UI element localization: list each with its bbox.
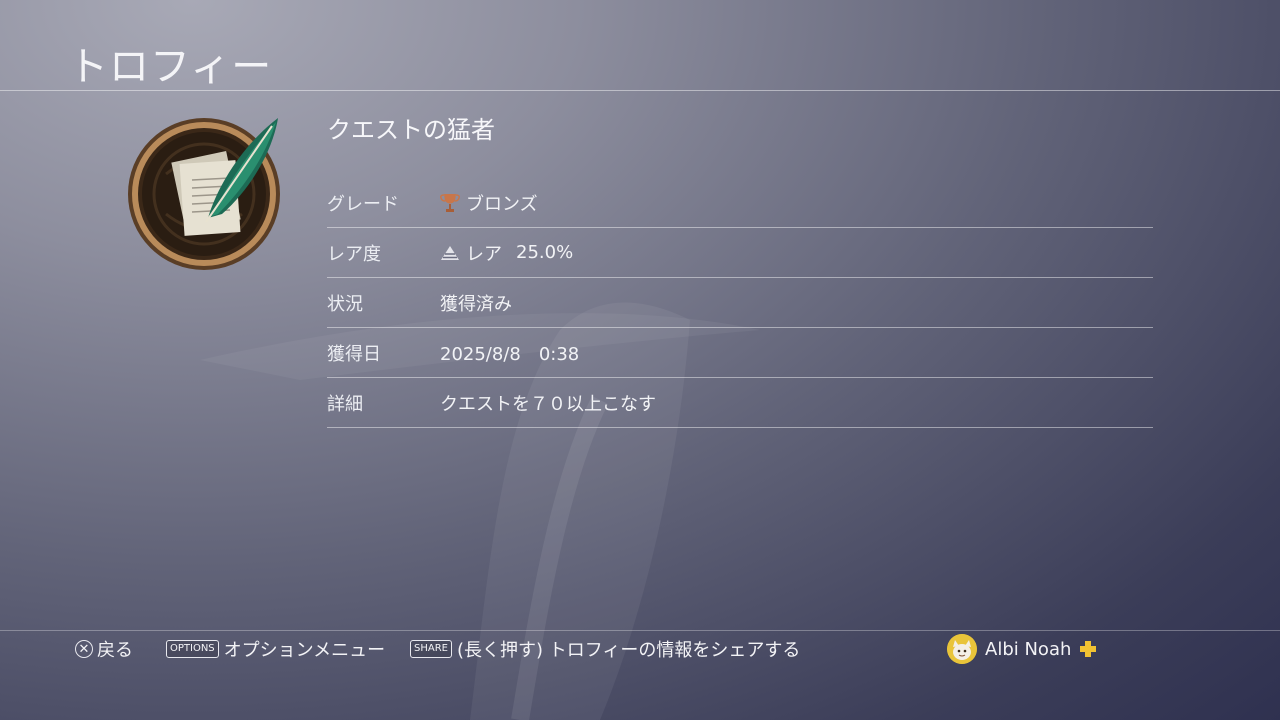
rarity-value: レア xyxy=(466,243,502,265)
earned-date-label: 獲得日 xyxy=(327,343,381,365)
share-key-badge: SHARE xyxy=(410,640,452,658)
footer-divider xyxy=(0,630,1280,631)
header-divider xyxy=(0,90,1280,91)
footer-bar: ✕ 戻る OPTIONS オプションメニュー SHARE (長く押す) トロフィ… xyxy=(0,634,1280,664)
options-label: オプションメニュー xyxy=(223,640,386,661)
avatar-character-icon xyxy=(947,634,977,664)
earned-date-value: 2025/8/8 0:38 xyxy=(440,343,580,365)
status-row: 状況 獲得済み xyxy=(327,278,1153,328)
options-menu-button[interactable]: OPTIONS オプションメニュー xyxy=(166,636,385,662)
description-value: クエストを７０以上こなす xyxy=(440,393,656,415)
trophy-details: グレード ブロンズ レア度 レア 25.0% 状況 獲得済み 獲得日 2025/… xyxy=(327,178,1153,428)
rarity-row: レア度 レア 25.0% xyxy=(327,228,1153,278)
status-label: 状況 xyxy=(327,293,363,315)
back-label: 戻る xyxy=(97,640,133,661)
ps-plus-icon xyxy=(1080,641,1097,657)
grade-label: グレード xyxy=(327,193,399,215)
user-profile[interactable]: Albi Noah xyxy=(947,634,1097,664)
bronze-trophy-icon xyxy=(440,193,460,212)
options-key-badge: OPTIONS xyxy=(166,640,219,658)
cross-button-icon: ✕ xyxy=(75,640,93,658)
share-label: (長く押す) トロフィーの情報をシェアする xyxy=(456,640,801,661)
rarity-percentage: 25.0% xyxy=(516,242,574,263)
rarity-label: レア度 xyxy=(327,243,381,265)
rarity-pyramid-icon xyxy=(441,245,459,260)
user-name: Albi Noah xyxy=(985,638,1072,660)
description-row: 詳細 クエストを７０以上こなす xyxy=(327,378,1153,428)
grade-value: ブロンズ xyxy=(466,193,538,215)
rarity-value-container: レア 25.0% xyxy=(440,240,573,266)
back-button[interactable]: ✕ 戻る xyxy=(75,636,133,662)
grade-value-container: ブロンズ xyxy=(440,190,538,216)
description-label: 詳細 xyxy=(327,393,363,415)
grade-row: グレード ブロンズ xyxy=(327,178,1153,228)
page-title: トロフィー xyxy=(68,44,273,90)
quill-and-papers-icon xyxy=(128,118,280,270)
status-value: 獲得済み xyxy=(440,293,512,315)
trophy-name: クエストの猛者 xyxy=(327,116,495,144)
earned-date-row: 獲得日 2025/8/8 0:38 xyxy=(327,328,1153,378)
share-button[interactable]: SHARE (長く押す) トロフィーの情報をシェアする xyxy=(410,636,800,662)
avatar xyxy=(947,634,977,664)
